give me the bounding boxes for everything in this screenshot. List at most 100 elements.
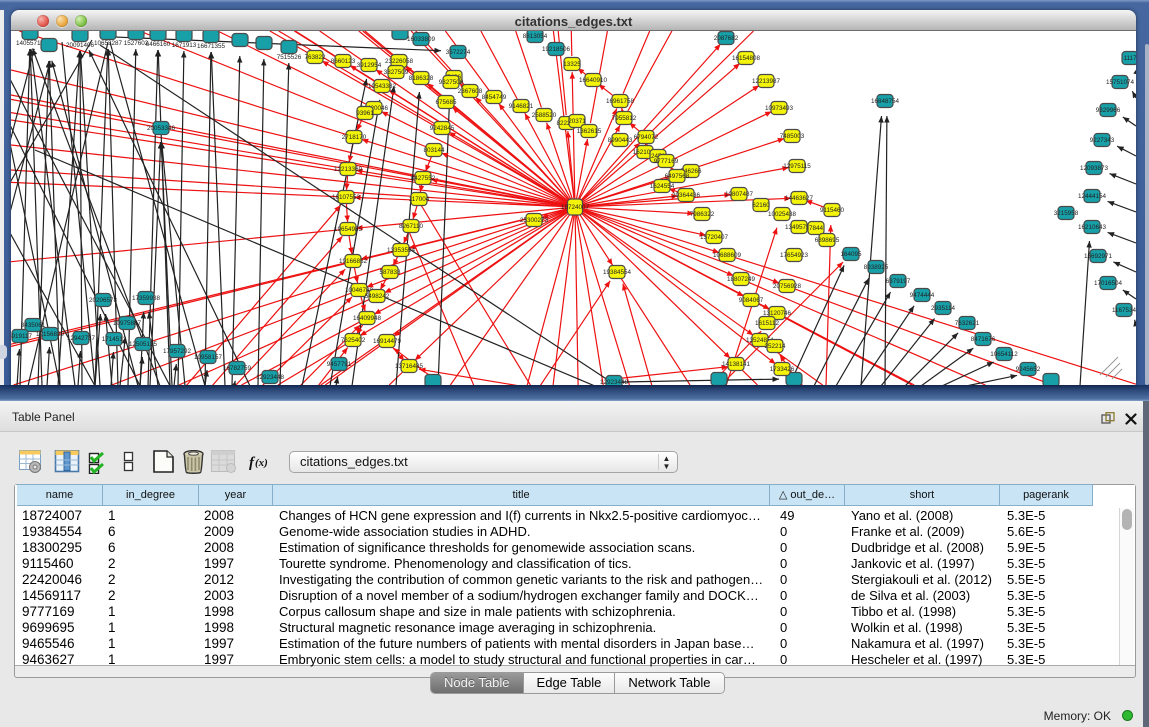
svg-text:12975115: 12975115 xyxy=(783,163,811,170)
svg-text:6898695: 6898695 xyxy=(815,237,840,244)
svg-text:8435061: 8435061 xyxy=(21,322,46,329)
svg-text:14138141: 14138141 xyxy=(722,361,751,368)
svg-text:8990443: 8990443 xyxy=(608,137,633,144)
svg-text:10543382: 10543382 xyxy=(368,83,397,90)
svg-text:20091406: 20091406 xyxy=(66,42,95,49)
svg-text:19654985: 19654985 xyxy=(334,226,363,233)
svg-text:3572274: 3572274 xyxy=(446,49,471,56)
svg-text:12156829: 12156829 xyxy=(36,331,65,338)
svg-text:16409948: 16409948 xyxy=(353,315,382,322)
svg-text:9329966: 9329966 xyxy=(1096,107,1121,114)
svg-text:12942737: 12942737 xyxy=(67,335,96,342)
svg-text:18724007: 18724007 xyxy=(561,204,590,211)
svg-text:16848754: 16848754 xyxy=(871,98,900,105)
svg-text:9327509: 9327509 xyxy=(439,79,464,86)
svg-text:16640910: 16640910 xyxy=(579,77,608,84)
svg-text:9242845: 9242845 xyxy=(430,125,455,132)
svg-text:12444154: 12444154 xyxy=(1078,193,1107,200)
svg-text:93961: 93961 xyxy=(356,110,374,117)
svg-text:2718170: 2718170 xyxy=(342,134,367,141)
svg-text:20053346: 20053346 xyxy=(147,125,176,132)
svg-text:6466160: 6466160 xyxy=(146,41,171,48)
svg-text:9245652: 9245652 xyxy=(1016,366,1041,373)
svg-text:10654112: 10654112 xyxy=(990,351,1018,358)
svg-text:18807249: 18807249 xyxy=(727,276,756,283)
svg-text:2935114: 2935114 xyxy=(931,305,956,312)
svg-text:7986322: 7986322 xyxy=(690,211,715,218)
svg-text:12923448: 12923448 xyxy=(256,374,285,381)
svg-text:12505135: 12505135 xyxy=(129,341,158,348)
svg-text:8471676: 8471676 xyxy=(971,336,996,343)
svg-text:675685: 675685 xyxy=(435,99,457,106)
svg-text:9146821: 9146821 xyxy=(509,103,534,110)
svg-text:16210643: 16210643 xyxy=(1078,224,1107,231)
svg-text:8938925: 8938925 xyxy=(864,264,889,271)
svg-text:3827509: 3827509 xyxy=(384,69,409,76)
svg-text:10653287: 10653287 xyxy=(94,40,123,47)
svg-text:19218506: 19218506 xyxy=(542,46,571,53)
svg-text:252214: 252214 xyxy=(764,343,786,350)
svg-text:8427552: 8427552 xyxy=(411,175,436,182)
svg-text:12213369: 12213369 xyxy=(334,166,363,173)
svg-text:8454749: 8454749 xyxy=(482,94,507,101)
svg-text:587833: 587833 xyxy=(379,269,401,276)
svg-text:10975887: 10975887 xyxy=(113,320,142,327)
svg-text:8267110: 8267110 xyxy=(399,223,424,230)
svg-text:1167534: 1167534 xyxy=(1112,307,1136,314)
svg-text:16033809: 16033809 xyxy=(407,36,436,43)
svg-text:6379197: 6379197 xyxy=(886,278,911,285)
svg-text:6497568: 6497568 xyxy=(665,173,690,180)
svg-text:2087682: 2087682 xyxy=(714,35,739,42)
svg-text:16914479: 16914479 xyxy=(373,338,402,345)
svg-text:9474444: 9474444 xyxy=(910,292,935,299)
svg-text:3919117: 3919117 xyxy=(11,333,33,340)
svg-text:12213987: 12213987 xyxy=(752,78,781,85)
svg-text:10807487: 10807487 xyxy=(725,191,754,198)
svg-text:5498242: 5498242 xyxy=(365,293,390,300)
svg-text:16671355: 16671355 xyxy=(197,43,226,50)
svg-text:16961758: 16961758 xyxy=(606,98,635,105)
svg-text:12923448: 12923448 xyxy=(600,379,629,385)
svg-text:2588520: 2588520 xyxy=(532,112,557,119)
svg-text:9084067: 9084067 xyxy=(739,297,764,304)
svg-text:1671913: 1671913 xyxy=(172,42,197,49)
svg-text:20364436: 20364436 xyxy=(672,192,701,199)
svg-text:117004: 117004 xyxy=(409,196,430,203)
svg-text:62160: 62160 xyxy=(752,202,770,209)
svg-text:15720407: 15720407 xyxy=(700,234,729,241)
svg-text:23226058: 23226058 xyxy=(385,58,414,65)
svg-text:1615112: 1615112 xyxy=(755,320,780,327)
svg-text:13353594: 13353594 xyxy=(387,247,416,254)
svg-text:17016504: 17016504 xyxy=(1094,280,1123,287)
svg-text:7955812: 7955812 xyxy=(612,115,637,122)
svg-text:10025438: 10025438 xyxy=(768,211,797,218)
svg-text:803144: 803144 xyxy=(423,147,445,154)
svg-text:20756928: 20756928 xyxy=(773,283,802,290)
svg-text:7632621: 7632621 xyxy=(955,320,980,327)
svg-text:10958157: 10958157 xyxy=(194,354,223,361)
svg-text:25300273: 25300273 xyxy=(520,217,549,224)
svg-text:20206578: 20206578 xyxy=(89,297,118,304)
svg-text:16107553: 16107553 xyxy=(332,194,361,201)
svg-text:9457791: 9457791 xyxy=(327,361,352,368)
svg-text:1733426: 1733426 xyxy=(770,366,795,373)
svg-text:14055714: 14055714 xyxy=(16,40,45,47)
svg-text:7844: 7844 xyxy=(809,225,824,232)
svg-text:164095: 164095 xyxy=(840,251,862,258)
svg-text:(x): (x) xyxy=(255,457,268,469)
svg-text:7515526: 7515526 xyxy=(277,54,302,61)
svg-text:3912954: 3912954 xyxy=(357,62,382,69)
svg-text:9777169: 9777169 xyxy=(654,158,679,165)
svg-text:2367608: 2367608 xyxy=(458,88,483,95)
svg-text:16782759: 16782759 xyxy=(223,365,252,372)
svg-text:6794072: 6794072 xyxy=(634,134,659,141)
svg-text:12093873: 12093873 xyxy=(1080,165,1109,172)
svg-text:17957292: 17957292 xyxy=(163,348,192,355)
svg-text:7485003: 7485003 xyxy=(780,133,805,140)
svg-text:1714513: 1714513 xyxy=(102,336,127,343)
svg-text:9115460: 9115460 xyxy=(820,207,845,214)
svg-text:14463627: 14463627 xyxy=(785,195,814,202)
svg-text:1624554: 1624554 xyxy=(650,183,675,190)
svg-text:15751074: 15751074 xyxy=(1106,79,1135,86)
svg-text:17654923: 17654923 xyxy=(780,252,809,259)
